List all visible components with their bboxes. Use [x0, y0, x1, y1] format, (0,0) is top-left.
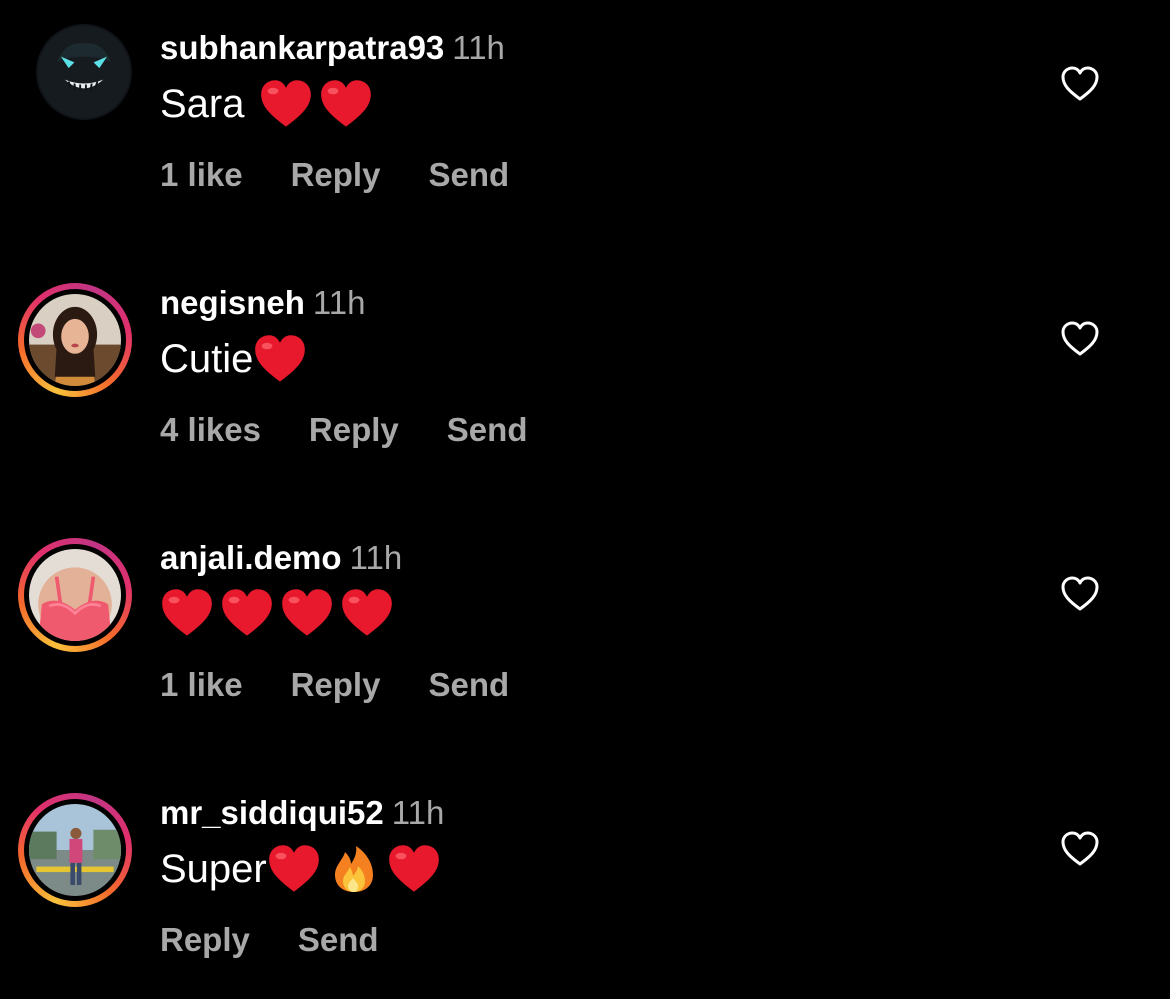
username[interactable]: subhankarpatra93 — [160, 29, 444, 66]
comment-text — [160, 588, 394, 638]
timestamp: 11h — [312, 284, 366, 321]
username[interactable]: negisneh — [160, 284, 305, 321]
comment-item: mr_siddiqui52 11h Super Reply Send — [0, 765, 1170, 999]
comment-text: Super — [160, 843, 441, 895]
avatar-story-ring[interactable] — [18, 793, 132, 907]
comment-item: anjali.demo 11h 1 like Reply Send — [0, 510, 1170, 765]
avatar-image — [29, 294, 121, 386]
comment-header: subhankarpatra93 11h — [160, 28, 505, 68]
send-button[interactable]: Send — [428, 156, 509, 193]
comment-actions: 1 like Reply Send — [160, 665, 557, 705]
timestamp: 11h — [349, 539, 403, 576]
comment-actions: 1 like Reply Send — [160, 155, 557, 195]
red-heart-emoji-icon — [387, 844, 441, 894]
red-heart-emoji-icon — [267, 844, 321, 894]
username[interactable]: anjali.demo — [160, 539, 342, 576]
heart-outline-icon[interactable] — [1060, 319, 1100, 359]
avatar-image — [29, 549, 121, 641]
send-button[interactable]: Send — [428, 666, 509, 703]
comment-item: negisneh 11h Cutie 4 likes Reply Send — [0, 255, 1170, 510]
reply-button[interactable]: Reply — [160, 921, 250, 958]
likes-count[interactable]: 4 likes — [160, 411, 261, 448]
heart-outline-icon[interactable] — [1060, 574, 1100, 614]
red-heart-emoji-icon — [253, 334, 307, 384]
comment-body: Cutie — [160, 337, 254, 381]
avatar-story-ring[interactable] — [18, 283, 132, 397]
red-heart-emoji-icon — [220, 588, 274, 638]
likes-count[interactable]: 1 like — [160, 156, 243, 193]
reply-button[interactable]: Reply — [291, 156, 381, 193]
comment-header: anjali.demo 11h — [160, 538, 402, 578]
fire-emoji-icon — [327, 844, 381, 894]
send-button[interactable]: Send — [447, 411, 528, 448]
avatar-story-ring[interactable] — [18, 538, 132, 652]
comment-text: Cutie — [160, 333, 307, 385]
red-heart-emoji-icon — [280, 588, 334, 638]
comment-header: negisneh 11h — [160, 283, 365, 323]
comment-actions: Reply Send — [160, 920, 427, 960]
likes-count[interactable]: 1 like — [160, 666, 243, 703]
red-heart-emoji-icon — [319, 79, 373, 129]
comments-list: subhankarpatra93 11h Sara 1 like Reply Send — [0, 0, 1170, 999]
comment-item: subhankarpatra93 11h Sara 1 like Reply Send — [0, 0, 1170, 255]
send-button[interactable]: Send — [298, 921, 379, 958]
comment-text: Sara — [160, 78, 373, 130]
avatar-image — [36, 24, 132, 120]
heart-outline-icon[interactable] — [1060, 829, 1100, 869]
username[interactable]: mr_siddiqui52 — [160, 794, 384, 831]
reply-button[interactable]: Reply — [291, 666, 381, 703]
reply-button[interactable]: Reply — [309, 411, 399, 448]
comment-actions: 4 likes Reply Send — [160, 410, 575, 450]
avatar[interactable] — [18, 12, 132, 126]
timestamp: 11h — [391, 794, 445, 831]
avatar-image — [29, 804, 121, 896]
comment-body: Super — [160, 847, 267, 891]
comment-body: Sara — [160, 82, 245, 126]
heart-outline-icon[interactable] — [1060, 64, 1100, 104]
red-heart-emoji-icon — [160, 588, 214, 638]
red-heart-emoji-icon — [340, 588, 394, 638]
comment-header: mr_siddiqui52 11h — [160, 793, 444, 833]
timestamp: 11h — [452, 29, 505, 66]
red-heart-emoji-icon — [259, 79, 313, 129]
